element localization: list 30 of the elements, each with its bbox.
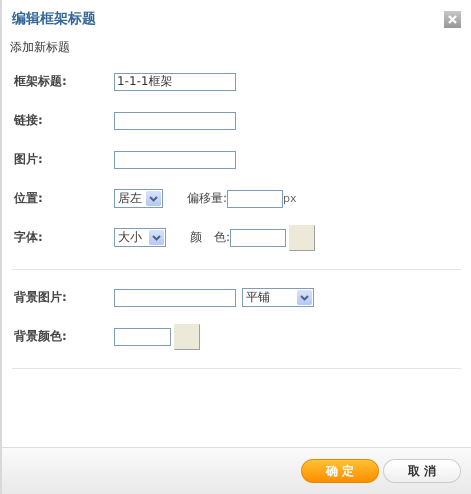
dropdown[interactable]: 大小 xyxy=(114,228,166,247)
offset-field[interactable] xyxy=(227,190,284,208)
text-field[interactable]: 1-1-1框架 xyxy=(114,72,236,90)
close-button[interactable] xyxy=(444,10,461,28)
color-swatch[interactable] xyxy=(174,324,200,350)
field-label: 字体: xyxy=(13,229,44,246)
color-field[interactable] xyxy=(230,228,286,246)
chevron-down-icon xyxy=(297,290,312,305)
close-icon xyxy=(448,14,457,24)
text-field[interactable] xyxy=(114,112,236,130)
dialog-title: 编辑框架标题 xyxy=(12,10,96,28)
field-label: 背景图片: xyxy=(12,289,68,306)
field-label: 图片: xyxy=(13,151,44,168)
field-label: 框架标题: xyxy=(12,73,68,90)
dropdown[interactable]: 平铺 xyxy=(242,288,314,307)
text-field[interactable] xyxy=(114,288,236,306)
unit-label: px xyxy=(283,192,297,205)
field-label: 背景颜色: xyxy=(12,328,68,345)
field-label: 偏移量: xyxy=(187,190,228,207)
chevron-down-icon xyxy=(149,230,164,245)
field-label: 颜 色: xyxy=(190,229,230,246)
cancel-button[interactable]: 取 消 xyxy=(383,459,461,483)
field-label: 位置: xyxy=(12,190,44,207)
field-label: 链接: xyxy=(12,112,44,129)
dropdown[interactable]: 居左 xyxy=(114,189,163,208)
subtitle: 添加新标题 xyxy=(9,39,71,56)
text-field[interactable] xyxy=(114,150,236,168)
color-field[interactable] xyxy=(114,328,171,346)
chevron-down-icon xyxy=(146,191,161,206)
color-swatch[interactable] xyxy=(289,224,316,250)
